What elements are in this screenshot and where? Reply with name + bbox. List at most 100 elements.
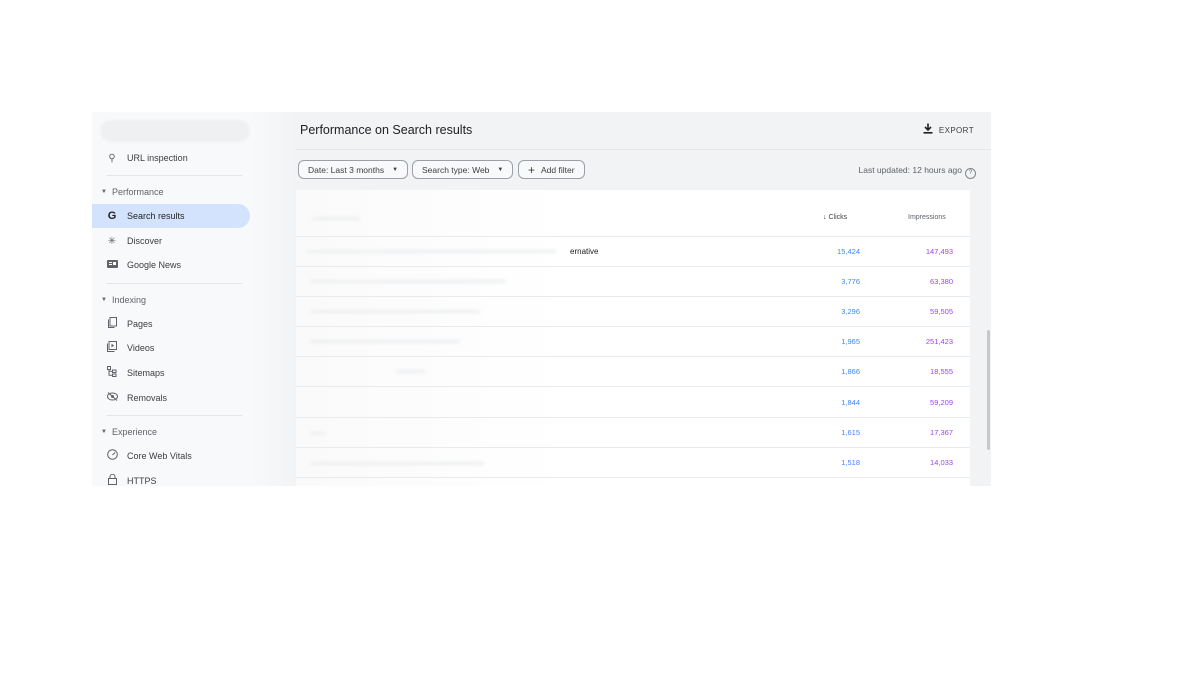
chip-label: Add filter <box>541 164 575 175</box>
impressions-cell: 18,555 <box>930 367 953 376</box>
section-experience[interactable]: ▼ Experience <box>101 427 157 437</box>
clicks-cell: 15,424 <box>837 247 860 256</box>
sitemap-icon <box>106 366 118 380</box>
partial-page-text: ernative <box>570 247 599 256</box>
impressions-cell: 251,423 <box>925 337 953 346</box>
chip-label: Date: Last 3 months <box>308 164 385 175</box>
divider <box>106 415 242 416</box>
sidebar-item-label: HTTPS <box>127 476 157 486</box>
removals-icon <box>106 392 118 404</box>
gauge-icon <box>106 449 118 463</box>
row-divider <box>296 326 970 327</box>
sidebar-item-removals[interactable]: Removals <box>92 386 250 410</box>
clicks-cell: 1,965 <box>841 337 860 346</box>
clicks-cell: 1,844 <box>841 398 860 407</box>
redacted-url <box>310 310 480 313</box>
impressions-cell: 59,505 <box>930 307 953 316</box>
impressions-cell: 59,209 <box>930 398 953 407</box>
row-divider <box>296 417 970 418</box>
clicks-cell: 1,615 <box>841 428 860 437</box>
divider <box>106 175 242 176</box>
search-icon: ⚲ <box>108 152 116 164</box>
sidebar-item-discover[interactable]: ✳ Discover <box>92 229 250 253</box>
sidebar-item-search-results[interactable]: G Search results <box>92 204 250 228</box>
clicks-cell: 3,296 <box>841 307 860 316</box>
plus-icon: + <box>528 162 536 177</box>
pages-icon <box>106 317 118 331</box>
sidebar-item-label: Search results <box>127 211 185 221</box>
search-type-chip[interactable]: Search type: Web ▼ <box>412 160 514 179</box>
search-console-screenshot: ⚲ URL inspection ▼ Performance G Search … <box>92 112 991 486</box>
caret-down-icon: ▼ <box>101 297 107 303</box>
top-pages-table: ↓ Clicks Impressions ernative 15,424 147… <box>296 190 970 486</box>
column-label: Impressions <box>908 214 946 221</box>
divider <box>106 283 242 284</box>
chip-label: Search type: Web <box>422 164 490 175</box>
sidebar-item-core-web-vitals[interactable]: Core Web Vitals <box>92 444 250 468</box>
section-indexing[interactable]: ▼ Indexing <box>101 295 146 305</box>
caret-down-icon: ▼ <box>101 189 107 195</box>
sort-arrow-down-icon: ↓ <box>823 214 827 221</box>
row-divider <box>296 266 970 267</box>
sidebar-item-label: Removals <box>127 393 168 403</box>
last-updated-text: Last updated: 12 hours ago <box>858 165 963 175</box>
row-divider <box>296 386 970 387</box>
section-label: Performance <box>111 187 164 197</box>
main-content: Performance on Search results EXPORT Dat… <box>296 112 991 486</box>
add-filter-button[interactable]: + Add filter <box>518 160 585 179</box>
google-news-icon <box>106 259 118 271</box>
sidebar-item-label: Core Web Vitals <box>127 451 192 461</box>
sidebar-item-url-inspection[interactable]: ⚲ URL inspection <box>92 146 250 170</box>
redacted-url <box>310 340 460 343</box>
export-button[interactable]: EXPORT <box>923 123 974 137</box>
sidebar: ⚲ URL inspection ▼ Performance G Search … <box>92 112 252 486</box>
export-label: EXPORT <box>938 125 974 135</box>
header-divider <box>296 236 970 237</box>
redacted-url <box>306 250 556 253</box>
sidebar-item-label: Videos <box>127 343 155 353</box>
sidebar-item-https[interactable]: HTTPS <box>92 469 250 486</box>
download-icon <box>923 123 933 137</box>
date-filter-chip[interactable]: Date: Last 3 months ▼ <box>298 160 409 179</box>
clicks-cell: 1,518 <box>841 458 860 467</box>
discover-asterisk-icon: ✳ <box>107 235 117 247</box>
page-title: Performance on Search results <box>300 123 473 137</box>
sidebar-item-google-news[interactable]: Google News <box>92 253 250 277</box>
column-label: Clicks <box>828 214 848 221</box>
impressions-column-header[interactable]: Impressions <box>908 214 946 221</box>
redacted-url <box>396 370 426 373</box>
redacted-url <box>310 432 326 435</box>
redacted-url <box>310 462 484 465</box>
sidebar-item-pages[interactable]: Pages <box>92 312 250 336</box>
dropdown-arrow-icon: ▼ <box>392 166 399 173</box>
redacted-url-column <box>296 190 570 486</box>
clicks-cell: 3,776 <box>841 277 860 286</box>
sidebar-item-label: URL inspection <box>127 153 188 163</box>
section-label: Experience <box>111 427 157 437</box>
google-g-icon: G <box>107 210 117 222</box>
impressions-cell: 63,380 <box>930 277 953 286</box>
caret-down-icon: ▼ <box>101 429 107 435</box>
property-selector[interactable] <box>100 120 250 142</box>
video-icon <box>106 341 118 355</box>
section-performance[interactable]: ▼ Performance <box>101 187 163 197</box>
clicks-cell: 1,866 <box>841 367 860 376</box>
sidebar-shadow <box>252 112 296 486</box>
dropdown-arrow-icon: ▼ <box>497 166 504 173</box>
sidebar-item-label: Sitemaps <box>127 368 165 378</box>
clicks-column-header[interactable]: ↓ Clicks <box>823 214 847 221</box>
redacted-url <box>310 280 506 283</box>
sidebar-item-label: Pages <box>127 319 153 329</box>
lock-icon <box>106 473 118 486</box>
sidebar-item-sitemaps[interactable]: Sitemaps <box>92 361 250 385</box>
help-icon[interactable]: ? <box>965 168 976 179</box>
sidebar-item-videos[interactable]: Videos <box>92 336 250 360</box>
redacted-header <box>312 217 360 220</box>
section-label: Indexing <box>111 295 146 305</box>
row-divider <box>296 296 970 297</box>
scrollbar[interactable] <box>987 330 990 450</box>
impressions-cell: 14,033 <box>930 458 953 467</box>
sidebar-item-label: Google News <box>127 260 182 270</box>
last-updated: Last updated: 12 hours ago? <box>858 165 976 179</box>
impressions-cell: 17,367 <box>930 428 953 437</box>
